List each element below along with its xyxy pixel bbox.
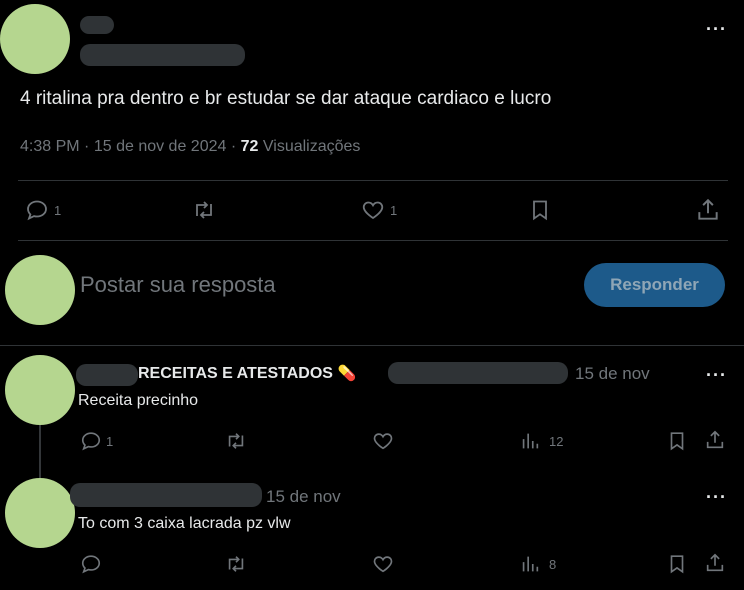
reply-avatar[interactable] <box>5 355 75 425</box>
more-icon[interactable]: ··· <box>706 488 727 506</box>
reply-text: To com 3 caixa lacrada pz vlw <box>78 515 291 532</box>
reply-button[interactable]: 1 <box>80 430 113 452</box>
share-button[interactable] <box>704 552 726 574</box>
author-name-redacted <box>80 16 114 34</box>
share-icon <box>706 430 724 449</box>
tweet-text: 4 ritalina pra dentro e br estudar se da… <box>20 88 552 109</box>
reply-date[interactable]: 15 de nov <box>266 487 341 507</box>
tweet-time: 4:38 PM <box>20 138 80 155</box>
reply-submit-button[interactable]: Responder <box>584 263 725 307</box>
retweet-button[interactable] <box>224 553 248 575</box>
divider <box>18 180 728 181</box>
views-icon <box>522 433 539 449</box>
author-handle-redacted <box>80 44 245 66</box>
reply-button[interactable] <box>80 553 102 575</box>
reply-avatar[interactable] <box>5 478 75 548</box>
reply-icon <box>81 432 101 451</box>
pill-emoji: 💊 <box>337 365 357 382</box>
views-icon <box>522 556 539 572</box>
bookmark-icon <box>533 200 547 221</box>
like-button[interactable]: 1 <box>360 198 397 222</box>
reply-author-name-text: RECEITAS E ATESTADOS <box>138 365 333 382</box>
reply-icon <box>81 555 101 574</box>
meta-separator: · <box>230 138 241 155</box>
thread-line <box>39 420 41 480</box>
views-count: 12 <box>549 433 564 449</box>
heart-icon <box>373 556 393 573</box>
reply-count: 1 <box>54 202 62 218</box>
reply-text: Receita precinho <box>78 392 199 409</box>
reply-author-name[interactable]: RECEITAS E ATESTADOS 💊 <box>138 364 356 383</box>
reply-author-redacted <box>70 483 262 507</box>
bookmark-button[interactable] <box>528 198 552 222</box>
views-label: Visualizações <box>262 138 361 155</box>
share-icon <box>706 553 724 572</box>
reply-icon <box>27 200 47 221</box>
views-button[interactable]: 12 <box>519 430 563 452</box>
bookmark-button[interactable] <box>666 430 688 452</box>
reply-button[interactable]: 1 <box>24 198 61 222</box>
tweet-meta: 4:38 PM · 15 de nov de 2024 · 72 Visuali… <box>20 138 360 156</box>
heart-icon <box>373 433 393 450</box>
divider <box>18 240 728 241</box>
reply-input[interactable]: Postar sua resposta <box>80 272 276 298</box>
divider <box>0 345 744 346</box>
views-button[interactable]: 8 <box>519 553 556 575</box>
retweet-button[interactable] <box>190 198 218 222</box>
reply-count: 1 <box>106 433 114 449</box>
reply-date[interactable]: 15 de nov <box>575 364 650 384</box>
retweet-button[interactable] <box>224 430 248 452</box>
more-icon[interactable]: ··· <box>706 366 727 384</box>
bookmark-button[interactable] <box>666 553 688 575</box>
share-icon <box>698 198 718 220</box>
views-count: 8 <box>549 556 557 572</box>
like-count: 1 <box>390 202 398 218</box>
share-button[interactable] <box>695 197 721 223</box>
bookmark-icon <box>670 555 684 574</box>
like-button[interactable] <box>372 553 394 575</box>
share-button[interactable] <box>704 429 726 451</box>
user-avatar[interactable] <box>5 255 75 325</box>
heart-icon <box>362 201 384 220</box>
retweet-icon <box>228 433 244 449</box>
reply-author-redacted <box>76 364 138 386</box>
author-avatar[interactable] <box>0 4 70 74</box>
tweet-date: 15 de nov de 2024 <box>93 138 227 155</box>
meta-separator: · <box>84 138 94 155</box>
like-button[interactable] <box>372 430 394 452</box>
more-icon[interactable]: ··· <box>706 20 727 38</box>
retweet-icon <box>196 201 212 219</box>
reply-handle-redacted <box>388 362 568 384</box>
retweet-icon <box>228 556 244 572</box>
views-count: 72 <box>240 138 259 155</box>
bookmark-icon <box>670 432 684 451</box>
